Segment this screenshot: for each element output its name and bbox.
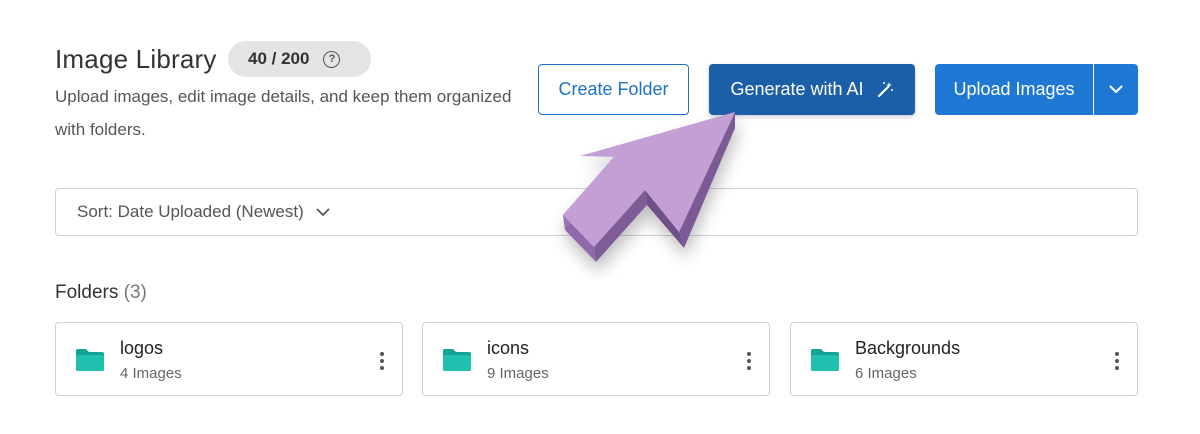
upload-options-button[interactable] — [1094, 64, 1138, 115]
quota-count: 40 / 200 — [248, 49, 310, 68]
magic-wand-icon — [877, 81, 893, 97]
folders-count: (3) — [123, 282, 147, 303]
folder-image-count: 9 Images — [487, 365, 549, 382]
folder-name: Backgrounds — [855, 338, 961, 358]
folder-name: icons — [487, 338, 530, 358]
folder-card[interactable]: logos 4 Images — [55, 322, 403, 396]
sort-label: Sort: Date Uploaded (Newest) — [77, 202, 304, 221]
folder-icon — [76, 349, 104, 371]
quota-badge: 40 / 200 ? — [228, 41, 371, 77]
kebab-menu-icon[interactable] — [1111, 350, 1123, 372]
folder-icon — [443, 349, 471, 371]
pointer-arrow-icon — [563, 112, 735, 262]
folder-image-count: 4 Images — [120, 365, 182, 382]
folder-card[interactable]: Backgrounds 6 Images — [790, 322, 1138, 396]
folder-image-count: 6 Images — [855, 365, 917, 382]
folder-name: logos — [120, 338, 164, 358]
help-icon[interactable]: ? — [323, 50, 341, 68]
upload-images-label: Upload Images — [953, 79, 1075, 99]
upload-images-button[interactable]: Upload Images — [935, 64, 1093, 115]
kebab-menu-icon[interactable] — [743, 350, 755, 372]
folders-heading-label: Folders — [55, 282, 119, 303]
folders-heading: Folders (3) — [55, 282, 147, 304]
chevron-down-icon — [1109, 85, 1123, 93]
page-subtitle: Upload images, edit image details, and k… — [55, 87, 512, 139]
folder-icon — [811, 349, 839, 371]
chevron-down-icon — [316, 208, 330, 216]
kebab-menu-icon[interactable] — [376, 350, 388, 372]
folder-card[interactable]: icons 9 Images — [422, 322, 770, 396]
page-title: Image Library — [55, 44, 217, 74]
